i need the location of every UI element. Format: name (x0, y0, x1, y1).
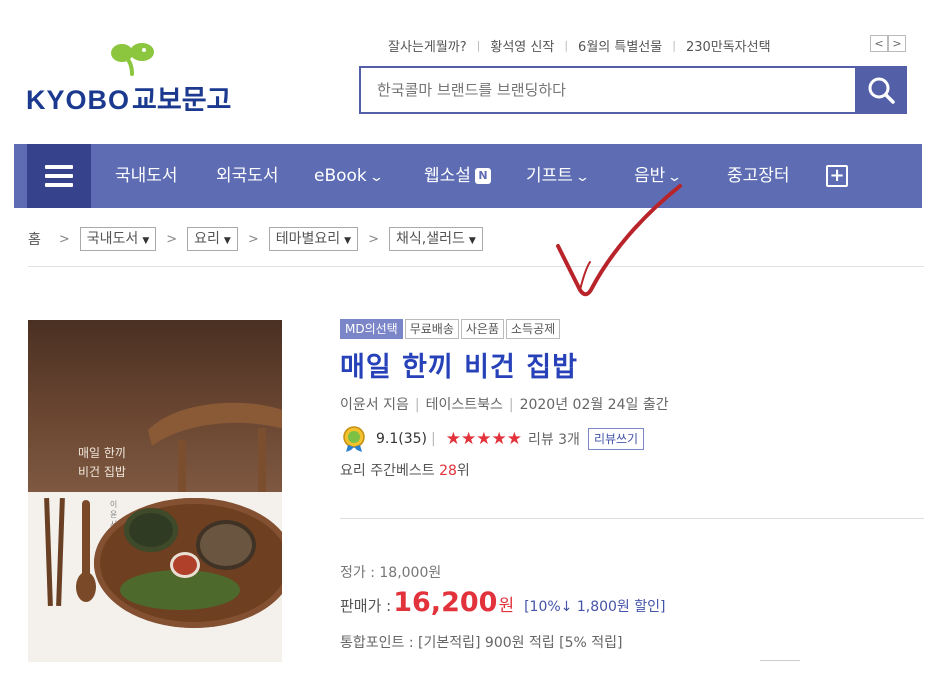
free-shipping-badge: 무료배송 (404, 319, 459, 339)
select-value: 국내도서 (86, 231, 139, 247)
dropdown-arrow-icon: ▼ (468, 236, 476, 246)
md-pick-badge: MD의선택 (340, 319, 403, 339)
top-promo-links: 잘사는게뭘까? | 황석영 신작 | 6월의 특별선물 | 230만독자선택 (388, 36, 771, 55)
divider (340, 518, 924, 519)
plus-icon[interactable]: + (826, 165, 848, 187)
breadcrumb-select-4[interactable]: 채식,샐러드 ▼ (388, 227, 483, 251)
kyobo-logo[interactable]: KYOBO교보문고 (26, 42, 256, 115)
logo-wordmark: KYOBO교보문고 (26, 78, 231, 117)
nav-label: 국내도서 (115, 166, 178, 186)
check-mark-icon (556, 184, 682, 297)
sauce-illustration (170, 552, 200, 578)
bowl-illustration (124, 508, 178, 552)
divider (28, 266, 924, 267)
chevron-right-icon: > (368, 231, 379, 247)
rating-row: 9.1 (35) | ★★★★★ 리뷰 3개 리뷰쓰기 (340, 426, 645, 452)
promo-pager: < > (870, 35, 906, 52)
top-link-4[interactable]: 230만독자선택 (686, 36, 771, 55)
nav-label: 외국도서 (216, 166, 279, 186)
divider: | (414, 397, 420, 413)
dropdown-arrow-icon: ▼ (344, 236, 352, 246)
search-button[interactable] (855, 66, 907, 114)
nav-ebook[interactable]: eBook ⌄ (314, 144, 384, 208)
breadcrumb-select-3[interactable]: 테마별요리 ▼ (268, 227, 359, 251)
product-badges: MD의선택 무료배송 사은품 소득공제 (340, 319, 561, 339)
tax-deduction-badge: 소득공제 (506, 319, 561, 339)
book-title: 매일 한끼 비건 집밥 (340, 352, 578, 383)
cover-title-line: 비건 집밥 (78, 465, 126, 479)
rank-number: 28 (439, 463, 457, 479)
breadcrumb-select-1[interactable]: 국내도서 ▼ (79, 227, 157, 251)
nav-label: 웹소설 (424, 166, 471, 186)
new-badge: N (474, 168, 491, 184)
publisher-link[interactable]: 테이스트북스 (426, 397, 503, 413)
top-link-1[interactable]: 잘사는게뭘까? (388, 36, 467, 55)
divider: | (564, 39, 569, 52)
publication-date: 2020년 02월 24일 출간 (519, 397, 669, 413)
write-review-button[interactable]: 리뷰쓰기 (587, 428, 645, 450)
weekly-rank[interactable]: 요리 주간베스트 28위 (340, 460, 470, 480)
breadcrumb: 홈 > 국내도서 ▼ > 요리 ▼ > 테마별요리 ▼ > 채식,샐러드 ▼ (28, 227, 483, 251)
breadcrumb-home[interactable]: 홈 (28, 229, 41, 249)
sale-price-row: 판매가 : 16,200 원 [10%↓ 1,800원 할인] (340, 587, 665, 618)
nav-web-novel[interactable]: 웹소설 N (424, 144, 491, 208)
sale-price-label: 판매가 : (340, 597, 392, 615)
cover-title-line: 매일 한끼 (78, 446, 126, 460)
divider: | (508, 397, 514, 413)
search-box (359, 66, 855, 114)
select-value: 테마별요리 (275, 231, 341, 247)
search-input[interactable] (361, 68, 855, 112)
select-value: 채식,샐러드 (395, 231, 465, 247)
main-nav: 국내도서 외국도서 eBook ⌄ 웹소설 N 기프트 ⌄ 음반 ⌄ 중고장터 + (14, 144, 922, 208)
breadcrumb-select-2[interactable]: 요리 ▼ (187, 227, 238, 251)
medal-icon (343, 426, 365, 452)
spoon-illustration (76, 572, 96, 602)
discount-info: [10%↓ 1,800원 할인] (524, 599, 666, 615)
dropdown-arrow-icon: ▼ (223, 236, 231, 246)
search-icon (868, 77, 895, 104)
sale-price: 16,200 (393, 587, 498, 618)
divider (760, 660, 800, 661)
book-cover-image[interactable]: 매일 한끼 비건 집밥 이윤서 지음 (28, 320, 282, 662)
nav-label: eBook (314, 166, 367, 186)
leaf-icon (111, 43, 154, 76)
dropdown-arrow-icon: ▼ (142, 236, 150, 246)
chair-illustration (148, 402, 282, 500)
sale-price-unit: 원 (498, 596, 515, 616)
pager-prev-button[interactable]: < (870, 35, 888, 52)
logo-korean: 교보문고 (132, 85, 232, 115)
rating-count: (35) (398, 431, 428, 447)
menu-button[interactable] (27, 144, 91, 208)
nav-used-market[interactable]: 중고장터 (727, 144, 790, 208)
divider: | (672, 39, 676, 52)
chevron-right-icon: > (166, 231, 178, 247)
book-meta: 이윤서 지음 | 테이스트북스 | 2020년 02월 24일 출간 (340, 394, 669, 414)
star-rating: ★★★★★ (445, 429, 522, 449)
top-link-2[interactable]: 황석영 신작 (490, 36, 554, 55)
review-count[interactable]: 리뷰 3개 (528, 429, 580, 449)
reward-points: 통합포인트 : [기본적립] 900원 적립 [5% 적립] (340, 635, 623, 651)
bowl-illustration (196, 520, 256, 570)
chevron-right-icon: > (58, 231, 70, 247)
logo-latin: KYOBO (26, 85, 131, 115)
nav-domestic-books[interactable]: 국내도서 (115, 144, 178, 208)
pager-next-button[interactable]: > (888, 35, 906, 52)
chevron-right-icon: > (247, 231, 259, 247)
rank-label: 요리 주간베스트 (340, 463, 440, 479)
divider: | (476, 39, 481, 52)
rank-suffix: 위 (456, 463, 470, 479)
chevron-down-icon: ⌄ (368, 170, 384, 185)
hamburger-icon (45, 165, 73, 187)
gift-badge: 사은품 (460, 319, 505, 339)
divider: | (431, 431, 436, 447)
cover-title-text: 매일 한끼 비건 집밥 (78, 444, 126, 482)
nav-label: 중고장터 (727, 166, 790, 186)
top-link-3[interactable]: 6월의 특별선물 (578, 36, 662, 55)
list-price: 정가 : 18,000원 (340, 565, 442, 581)
author-link[interactable]: 이윤서 지음 (340, 397, 409, 413)
nav-foreign-books[interactable]: 외국도서 (216, 144, 279, 208)
spoon-illustration (82, 500, 90, 580)
select-value: 요리 (194, 231, 220, 247)
rating-score: 9.1 (376, 431, 399, 447)
